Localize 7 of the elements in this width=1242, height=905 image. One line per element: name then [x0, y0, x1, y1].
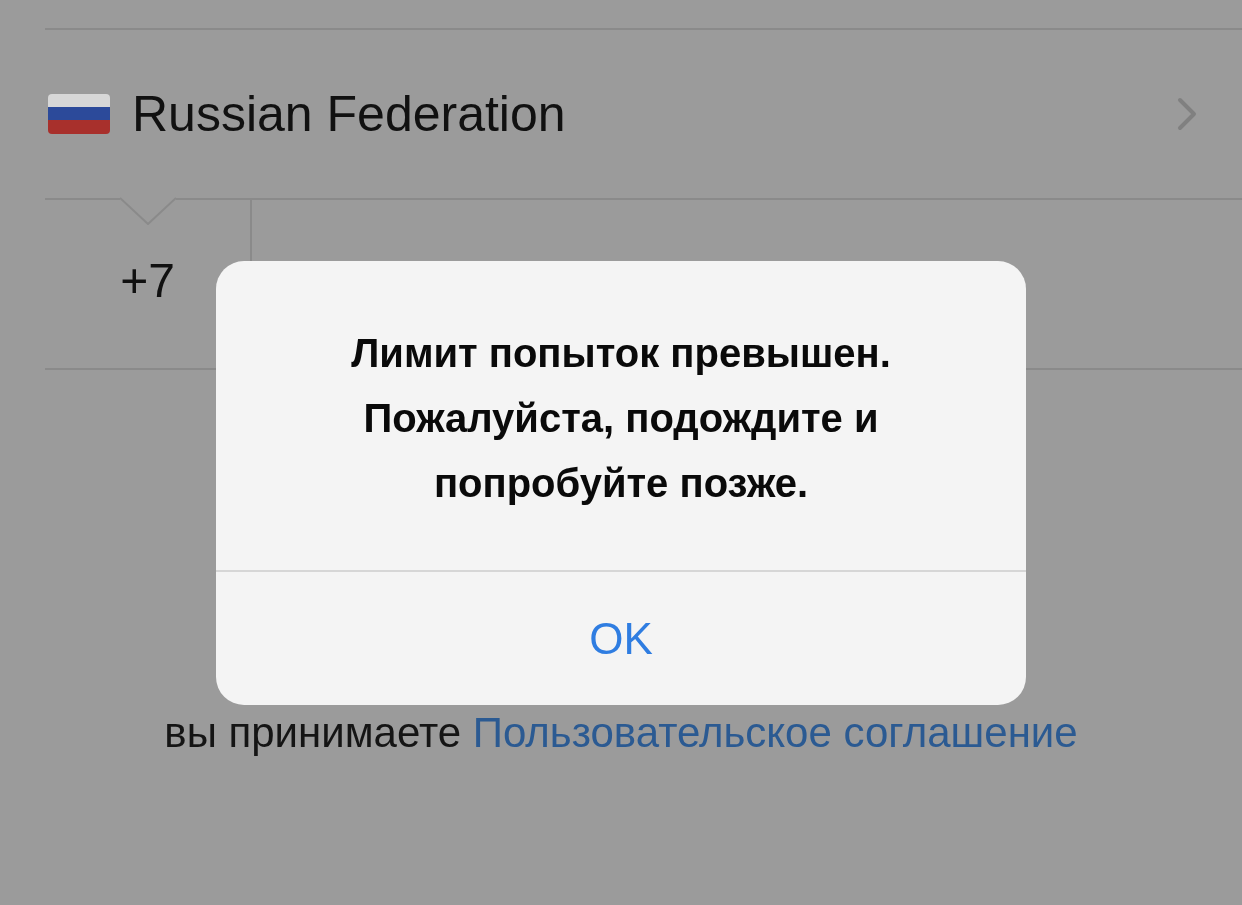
- russia-flag-icon: [48, 94, 110, 134]
- country-name: Russian Federation: [132, 85, 567, 143]
- ok-button[interactable]: OK: [216, 572, 1026, 705]
- terms-text: вы принимаете Пользовательское соглашение: [163, 708, 1079, 758]
- chevron-right-icon: [1177, 97, 1197, 131]
- country-row[interactable]: Russian Federation: [45, 30, 1242, 198]
- alert-message: Лимит попыток превышен. Пожалуйста, подождите и попробуйте позже.: [216, 261, 1026, 572]
